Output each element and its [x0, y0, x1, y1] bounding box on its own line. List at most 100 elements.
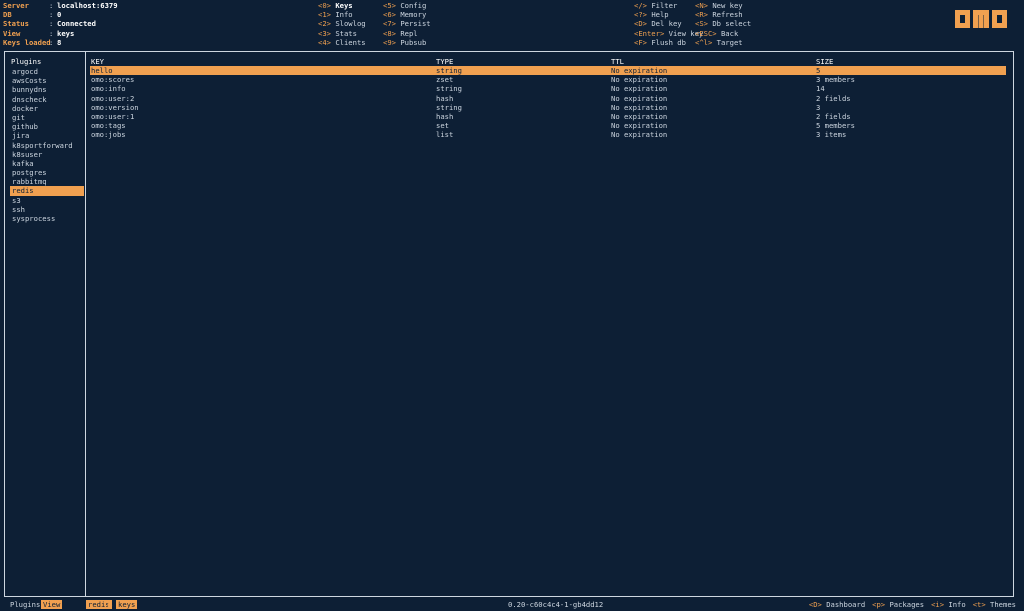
hotkey-label: Clients	[335, 37, 366, 47]
table-row[interactable]: omo:user:1 hash No expiration 2 fields	[90, 112, 1006, 121]
cell-size: 5 members	[816, 121, 855, 131]
hotkey-pubsub[interactable]: <9> Pubsub	[383, 38, 431, 47]
hotkey-slowlog[interactable]: <2> Slowlog	[318, 19, 366, 28]
sidebar-item-github[interactable]: github	[10, 122, 84, 131]
sidebar-item-sysprocess[interactable]: sysprocess	[10, 214, 84, 223]
hotkey-persist[interactable]: <7> Persist	[383, 19, 431, 28]
table-row[interactable]: hello string No expiration 5	[90, 66, 1006, 76]
info-label: DB	[3, 10, 12, 20]
hotkey-target[interactable]: <^l> Target	[695, 38, 751, 47]
breadcrumb-separator-icon: ▶	[108, 600, 113, 609]
hotkey-label: Info	[335, 10, 353, 20]
hotkey-filter[interactable]: </> Filter	[634, 1, 703, 10]
cell-size: 3	[816, 102, 821, 112]
column-header-size[interactable]: SIZE	[816, 57, 833, 66]
table-row[interactable]: omo:version string No expiration 3	[90, 103, 1006, 112]
hotkey-key: <4>	[318, 37, 331, 47]
info-row: Server: localhost:6379	[3, 1, 118, 10]
table-row[interactable]: omo:user:2 hash No expiration 2 fields	[90, 94, 1006, 103]
footer: Plugins View redis ▶ keys 0.20-c60c4c4-1…	[0, 598, 1024, 611]
info-row: Keys loaded: 8	[3, 38, 118, 47]
cell-ttl: No expiration	[611, 112, 668, 121]
sidebar-item-awscosts[interactable]: awsCosts	[10, 76, 84, 85]
sidebar-item-bunnydns[interactable]: bunnydns	[10, 85, 84, 94]
column-header-key[interactable]: KEY	[91, 57, 104, 66]
hotkey-back[interactable]: <ESC> Back	[695, 29, 751, 38]
footer-shortcut-label: Packages	[889, 600, 925, 609]
info-label: Status	[3, 19, 29, 29]
column-header-ttl[interactable]: TTL	[611, 57, 624, 66]
table-row[interactable]: omo:info string No expiration 14	[90, 84, 1006, 93]
hotkey-del-key[interactable]: <D> Del key	[634, 19, 703, 28]
hotkey-key: <S>	[695, 19, 708, 29]
omo-logo	[955, 10, 1007, 28]
hotkey-clients[interactable]: <4> Clients	[318, 38, 366, 47]
table-row[interactable]: omo:jobs list No expiration 3 items	[90, 130, 1006, 139]
sidebar-item-argocd[interactable]: argocd	[10, 67, 84, 76]
plugins-sidebar: Plugins argocd awsCosts bunnydns dnscheck do…	[5, 52, 86, 596]
footer-shortcut-label: Info	[948, 600, 966, 609]
footer-shortcut-themes[interactable]: <t> Themes	[973, 600, 1016, 609]
column-header-type[interactable]: TYPE	[436, 57, 453, 66]
sidebar-item-dnscheck[interactable]: dnscheck	[10, 95, 84, 104]
sidebar-item-s3[interactable]: s3	[10, 196, 84, 205]
cell-ttl: No expiration	[611, 93, 668, 103]
breadcrumb-keys[interactable]: keys	[116, 600, 138, 609]
breadcrumb-view[interactable]: View	[41, 600, 63, 609]
sidebar-item-ssh[interactable]: ssh	[10, 205, 84, 214]
hotkey-key: <1>	[318, 10, 331, 20]
info-separator: :	[49, 28, 54, 38]
cell-type: set	[436, 121, 449, 131]
breadcrumb-plugins[interactable]: Plugins	[10, 600, 40, 609]
hotkey-repl[interactable]: <8> Repl	[383, 29, 431, 38]
keys-table: KEY TYPE TTL SIZE hello string No expirati…	[86, 52, 1013, 596]
sidebar-item-rabbitmq[interactable]: rabbitmq	[10, 177, 84, 186]
info-row: Status: Connected	[3, 19, 118, 28]
hotkey-refresh[interactable]: <R> Refresh	[695, 10, 751, 19]
sidebar-item-jira[interactable]: jira	[10, 131, 84, 140]
sidebar-title: Plugins	[11, 57, 42, 66]
table-row[interactable]: omo:scores zset No expiration 3 members	[90, 75, 1006, 84]
app-window: Server: localhost:6379 DB:0 Status: Connecte…	[0, 0, 1024, 611]
sidebar-item-kafka[interactable]: kafka	[10, 159, 84, 168]
hotkey-memory[interactable]: <6> Memory	[383, 10, 431, 19]
sidebar-item-k8suser[interactable]: k8suser	[10, 150, 84, 159]
table-header: KEY TYPE TTL SIZE	[90, 57, 1006, 66]
hotkey-key: <F>	[634, 37, 647, 47]
sidebar-item-docker[interactable]: docker	[10, 104, 84, 113]
sidebar-item-postgres[interactable]: postgres	[10, 168, 84, 177]
footer-shortcut-info[interactable]: <i> Info	[931, 600, 966, 609]
cell-size: 14	[816, 84, 825, 94]
info-value: 8	[57, 37, 62, 47]
table-row[interactable]: omo:tags set No expiration 5 members	[90, 121, 1006, 130]
sidebar-item-git[interactable]: git	[10, 113, 84, 122]
sidebar-item-redis[interactable]: redis	[10, 186, 84, 196]
hotkey-flush-db[interactable]: <F> Flush db	[634, 38, 703, 47]
cell-size: 3 items	[816, 130, 847, 140]
hotkey-keys[interactable]: <0> Keys	[318, 1, 366, 10]
sidebar-item-k8sportforward[interactable]: k8sportforward	[10, 141, 84, 150]
hotkey-stats[interactable]: <3> Stats	[318, 29, 366, 38]
hotkey-key: <N>	[695, 1, 708, 10]
hotkey-key: <Enter>	[634, 28, 665, 38]
hotkeys-column-2: <5> Config <6> Memory <7> Persist <8> Repl <…	[383, 1, 431, 47]
info-value: Connected	[57, 19, 96, 29]
cell-ttl: No expiration	[611, 102, 668, 112]
cell-ttl: No expiration	[611, 121, 668, 131]
info-label: Keys loaded	[3, 37, 51, 47]
hotkey-view-key[interactable]: <Enter> View key	[634, 29, 703, 38]
hotkey-config[interactable]: <5> Config	[383, 1, 431, 10]
hotkey-new-key[interactable]: <N> New key	[695, 1, 751, 10]
hotkey-label: Filter	[651, 1, 678, 10]
hotkey-db-select[interactable]: <S> Db select	[695, 19, 751, 28]
hotkey-help[interactable]: <?> Help	[634, 10, 703, 19]
cell-type: hash	[436, 93, 454, 103]
header: Server: localhost:6379 DB:0 Status: Connecte…	[0, 0, 1024, 48]
hotkey-info[interactable]: <1> Info	[318, 10, 366, 19]
hotkey-key: <^l>	[695, 37, 713, 47]
footer-shortcut-packages[interactable]: <p> Packages	[872, 600, 924, 609]
footer-shortcut-dashboard[interactable]: <D> Dashboard	[809, 600, 865, 609]
hotkey-label: Slowlog	[335, 19, 366, 29]
hotkeys-column-4: <N> New key <R> Refresh <S> Db select <ESC>…	[695, 1, 751, 47]
footer-shortcut-key: <i>	[931, 600, 945, 609]
